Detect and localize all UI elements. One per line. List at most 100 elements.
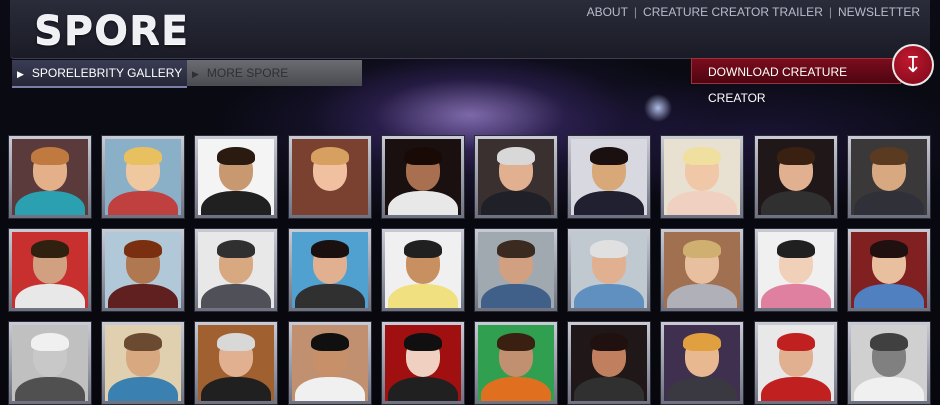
- photo-hair: [870, 147, 908, 165]
- photo-body: [481, 284, 551, 308]
- celebrity-tile[interactable]: [754, 321, 838, 405]
- download-arrow-icon[interactable]: ↧: [892, 44, 934, 86]
- celebrity-photo: [12, 139, 88, 215]
- photo-hair: [311, 240, 349, 258]
- celebrity-tile[interactable]: [101, 228, 185, 312]
- celebrity-photo: [758, 139, 834, 215]
- celebrity-photo: [851, 139, 927, 215]
- celebrity-photo: [292, 232, 368, 308]
- photo-hair: [497, 147, 535, 165]
- photo-hair: [31, 147, 69, 165]
- photo-hair: [870, 333, 908, 351]
- celebrity-tile[interactable]: [194, 321, 278, 405]
- celebrity-photo: [385, 232, 461, 308]
- celebrity-tile[interactable]: [194, 228, 278, 312]
- celebrity-tile[interactable]: [8, 321, 92, 405]
- celebrity-tile[interactable]: [474, 228, 558, 312]
- celebrity-photo: [198, 139, 274, 215]
- photo-hair: [31, 240, 69, 258]
- celebrity-photo: [478, 232, 554, 308]
- celebrity-tile[interactable]: [8, 135, 92, 219]
- celebrity-tile[interactable]: [288, 228, 372, 312]
- photo-body: [854, 377, 924, 401]
- photo-body: [667, 191, 737, 215]
- nav-trailer[interactable]: CREATURE CREATOR TRAILER: [643, 5, 823, 19]
- celebrity-tile[interactable]: [567, 228, 651, 312]
- tab-label: SPORELEBRITY GALLERY: [31, 66, 183, 80]
- photo-body: [854, 284, 924, 308]
- photo-hair: [683, 240, 721, 258]
- celebrity-tile[interactable]: [754, 135, 838, 219]
- celebrity-tile[interactable]: [288, 321, 372, 405]
- nav-newsletter[interactable]: NEWSLETTER: [838, 5, 920, 19]
- photo-body: [388, 191, 458, 215]
- photo-body: [15, 377, 85, 401]
- photo-body: [108, 284, 178, 308]
- photo-body: [295, 377, 365, 401]
- celebrity-tile[interactable]: [381, 228, 465, 312]
- photo-body: [574, 377, 644, 401]
- celebrity-tile[interactable]: [474, 135, 558, 219]
- photo-body: [667, 284, 737, 308]
- celebrity-photo: [851, 232, 927, 308]
- photo-hair: [217, 333, 255, 351]
- photo-hair: [311, 333, 349, 351]
- celebrity-tile[interactable]: [847, 135, 931, 219]
- photo-hair: [124, 240, 162, 258]
- celebrity-tile[interactable]: [660, 135, 744, 219]
- photo-hair: [124, 147, 162, 165]
- celebrity-tile[interactable]: [567, 135, 651, 219]
- celebrity-photo: [478, 325, 554, 401]
- celebrity-tile[interactable]: [101, 321, 185, 405]
- celebrity-tile[interactable]: [474, 321, 558, 405]
- photo-body: [201, 284, 271, 308]
- photo-body: [574, 284, 644, 308]
- photo-hair: [777, 333, 815, 351]
- celebrity-tile[interactable]: [381, 321, 465, 405]
- celebrity-photo: [105, 325, 181, 401]
- nav-about[interactable]: ABOUT: [587, 5, 628, 19]
- celebrity-tile[interactable]: [660, 228, 744, 312]
- celebrity-tile[interactable]: [381, 135, 465, 219]
- photo-hair: [683, 333, 721, 351]
- celebrity-photo: [105, 232, 181, 308]
- photo-body: [108, 377, 178, 401]
- photo-body: [295, 284, 365, 308]
- celebrity-photo: [385, 325, 461, 401]
- celebrity-tile[interactable]: [8, 228, 92, 312]
- photo-hair: [404, 333, 442, 351]
- tab-sporelebrity-gallery[interactable]: ▶ SPORELEBRITY GALLERY: [12, 60, 187, 88]
- photo-hair: [777, 147, 815, 165]
- celebrity-photo: [292, 325, 368, 401]
- photo-hair: [590, 147, 628, 165]
- play-icon: ▶: [192, 69, 199, 79]
- celebrity-tile[interactable]: [288, 135, 372, 219]
- celebrity-photo: [758, 325, 834, 401]
- top-nav: ABOUT | CREATURE CREATOR TRAILER | NEWSLETTE…: [586, 5, 920, 19]
- celebrity-photo: [758, 232, 834, 308]
- photo-hair: [217, 240, 255, 258]
- celebrity-tile[interactable]: [847, 228, 931, 312]
- celebrity-tile[interactable]: [567, 321, 651, 405]
- celebrity-photo: [12, 232, 88, 308]
- photo-hair: [404, 240, 442, 258]
- photo-body: [574, 191, 644, 215]
- celebrity-photo: [292, 139, 368, 215]
- celebrity-tile[interactable]: [194, 135, 278, 219]
- celebrity-tile[interactable]: [101, 135, 185, 219]
- photo-hair: [683, 147, 721, 165]
- celebrity-photo: [478, 139, 554, 215]
- photo-hair: [870, 240, 908, 258]
- photo-body: [295, 191, 365, 215]
- tab-more-spore[interactable]: ▶ MORE SPORE: [187, 60, 362, 86]
- header-bar: SPORE ABOUT | CREATURE CREATOR TRAILER | NEW…: [10, 0, 930, 59]
- celebrity-tile[interactable]: [754, 228, 838, 312]
- photo-body: [201, 191, 271, 215]
- download-creature-creator-button[interactable]: DOWNLOAD CREATURE CREATOR: [691, 58, 901, 105]
- celebrity-tile[interactable]: [660, 321, 744, 405]
- celebrity-tile[interactable]: [847, 321, 931, 405]
- photo-hair: [31, 333, 69, 351]
- spore-logo[interactable]: SPORE: [34, 8, 189, 54]
- photo-hair: [777, 240, 815, 258]
- photo-body: [15, 284, 85, 308]
